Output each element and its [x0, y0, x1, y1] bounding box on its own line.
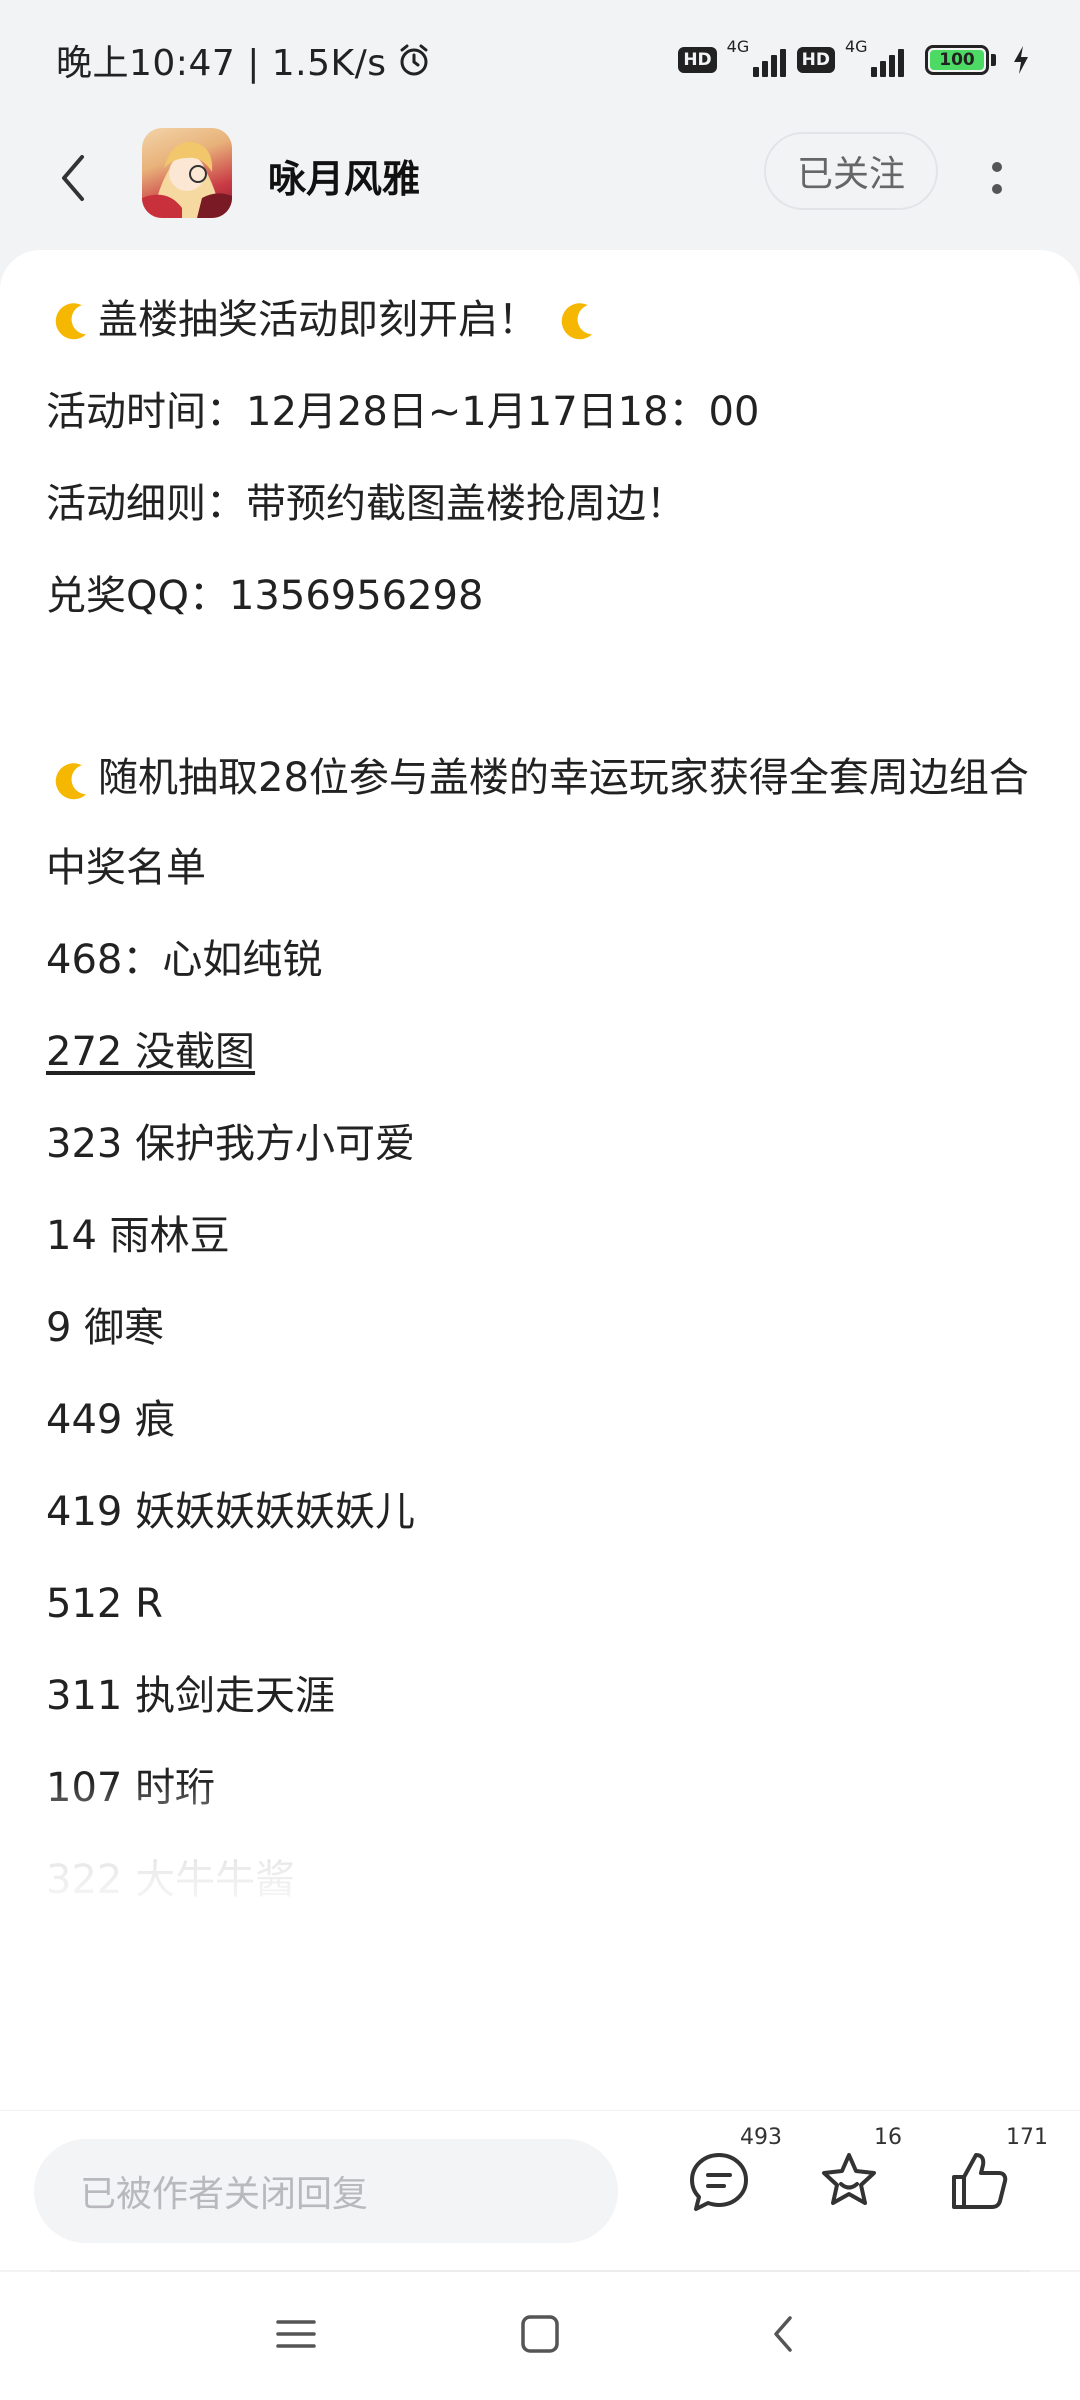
reply-input[interactable]: 已被作者关闭回复 — [34, 2139, 618, 2243]
menu-button[interactable] — [266, 2304, 326, 2364]
winner-item: 323 保护我方小可爱 — [46, 1121, 416, 1167]
network-type-2: 4G — [845, 37, 868, 56]
battery-level: 100 — [930, 50, 984, 70]
bottom-action-bar: 已被作者关闭回复 493 16 171 — [0, 2110, 1080, 2270]
winner-item: 322 大牛牛酱 — [46, 1857, 296, 1903]
post-header: 咏月风雅 已关注 — [0, 120, 1080, 260]
avatar-illustration — [142, 141, 232, 218]
winner-item: 419 妖妖妖妖妖妖儿 — [46, 1489, 416, 1535]
alarm-icon — [400, 44, 428, 76]
post-line: 活动细则：带预约截图盖楼抢周边！ — [46, 481, 686, 527]
star-icon — [822, 2153, 876, 2205]
menu-icon — [276, 2320, 316, 2348]
like-button[interactable]: 171 — [944, 2125, 1048, 2217]
signal-icon-2: 4G — [845, 37, 905, 77]
post-line: 活动时间：12月28日~1月17日18：00 — [46, 389, 760, 435]
status-left: 晚上10:47 | 1.5K/s — [56, 34, 431, 86]
thumb-up-icon — [952, 2153, 1008, 2209]
post-line: 随机抽取28位参与盖楼的幸运玩家获得全套周边组合 — [46, 734, 1034, 822]
home-icon — [521, 2315, 559, 2353]
system-nav-bar — [0, 2272, 1080, 2400]
page-title: 咏月风雅 — [268, 157, 421, 201]
comment-count: 493 — [740, 2125, 782, 2150]
more-button[interactable] — [982, 148, 1012, 208]
post-line: 兑奖QQ：1356956298 — [46, 573, 484, 619]
moon-icon — [55, 303, 87, 340]
winner-item: 468：心如纯锐 — [46, 937, 323, 983]
more-icon — [992, 162, 1002, 172]
favorite-button[interactable]: 16 — [814, 2125, 902, 2217]
like-count: 171 — [1006, 2125, 1048, 2150]
follow-button[interactable]: 已关注 — [764, 132, 938, 210]
post-line: 盖楼抽奖活动即刻开启！ — [46, 274, 1034, 366]
winner-item: 107 时珩 — [46, 1765, 216, 1811]
post-content: 盖楼抽奖活动即刻开启！ 活动时间：12月28日~1月17日18：00 活动细则：… — [0, 250, 1080, 2110]
status-bar: 晚上10:47 | 1.5K/s HD 4G HD 4G 100 — [0, 0, 1080, 120]
status-time-speed: 晚上10:47 | 1.5K/s — [56, 43, 387, 84]
winner-item: 449 痕 — [46, 1397, 176, 1443]
back-button[interactable] — [48, 148, 98, 208]
network-type: 4G — [726, 37, 750, 56]
battery-icon: 100 — [925, 45, 996, 75]
winner-item[interactable]: 272 没截图 — [46, 1006, 1034, 1098]
winner-item: 14 雨林豆 — [46, 1213, 230, 1259]
signal-icon: 4G — [727, 37, 787, 77]
back-arrow-icon — [62, 155, 84, 201]
favorite-count: 16 — [874, 2125, 902, 2150]
hd-badge: HD — [678, 47, 717, 73]
winner-item: 512 R — [46, 1581, 163, 1627]
winner-item: 369 …… — [46, 1949, 216, 1995]
nav-back-button[interactable] — [754, 2304, 814, 2364]
winner-item: 311 执剑走天涯 — [46, 1673, 336, 1719]
comment-button[interactable]: 493 — [684, 2125, 782, 2217]
status-right: HD 4G HD 4G 100 — [678, 37, 1030, 77]
winners-heading: 中奖名单 — [46, 845, 206, 891]
avatar[interactable] — [142, 128, 232, 218]
moon-icon — [55, 763, 87, 800]
charging-icon — [1014, 46, 1028, 74]
winner-link[interactable]: 272 没截图 — [46, 1006, 255, 1098]
moon-icon — [561, 303, 593, 340]
winner-item: 9 御寒 — [46, 1305, 165, 1351]
prize-description: 随机抽取28位参与盖楼的幸运玩家获得全套周边组合 — [98, 755, 1029, 801]
post-headline: 盖楼抽奖活动即刻开启！ — [98, 297, 538, 343]
comment-icon — [690, 2153, 748, 2211]
back-icon — [774, 2316, 792, 2352]
home-button[interactable] — [510, 2304, 570, 2364]
hd-badge-2: HD — [796, 47, 835, 73]
